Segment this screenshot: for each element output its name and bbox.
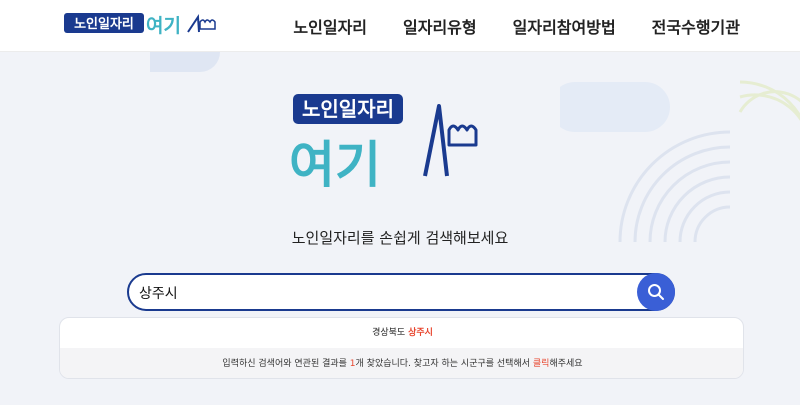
nav-item-senior-jobs[interactable]: 노인일자리 bbox=[293, 14, 367, 38]
nav-item-participation-method[interactable]: 일자리참여방법 bbox=[513, 14, 616, 38]
site-header: 노인일자리 여기 노인일자리 일자리유형 일자리참여방법 전국수행기관 bbox=[0, 0, 800, 52]
logo-text-secondary: 여기 bbox=[146, 15, 181, 37]
site-logo[interactable]: 노인일자리 여기 bbox=[62, 10, 222, 40]
hero-section: 노인일자리 여기 노인일자리를 손쉽게 검색해보세요 경상북도 상주시 입력하신… bbox=[0, 52, 800, 405]
result-province: 경상북도 bbox=[372, 328, 409, 338]
result-item[interactable]: 경상북도 상주시 bbox=[60, 318, 743, 348]
nav-item-job-types[interactable]: 일자리유형 bbox=[403, 14, 477, 38]
search-bar bbox=[127, 273, 675, 311]
result-info-text-middle: 개 찾았습니다. 찾고자 하는 시군구를 선택해서 bbox=[355, 359, 533, 369]
hero-logo-text-primary: 노인일자리 bbox=[302, 97, 394, 121]
search-input[interactable] bbox=[139, 281, 629, 305]
result-info-text-start: 입력하신 검색어와 연관된 결과를 bbox=[222, 359, 350, 369]
main-nav: 노인일자리 일자리유형 일자리참여방법 전국수행기관 bbox=[293, 14, 740, 38]
result-info-text-end: 해주세요 bbox=[549, 359, 583, 369]
result-city: 상주시 bbox=[408, 328, 433, 338]
logo-text-primary: 노인일자리 bbox=[74, 16, 134, 32]
hero-logo: 노인일자리 여기 bbox=[289, 94, 478, 190]
search-icon bbox=[648, 284, 664, 300]
nav-item-agencies[interactable]: 전국수행기관 bbox=[652, 14, 740, 38]
hero-logo-text-secondary: 여기 bbox=[289, 136, 381, 190]
search-results-panel: 경상북도 상주시 입력하신 검색어와 연관된 결과를 1개 찾았습니다. 찾고자… bbox=[59, 317, 744, 379]
result-count-message: 입력하신 검색어와 연관된 결과를 1개 찾았습니다. 찾고자 하는 시군구를 … bbox=[60, 348, 743, 378]
decorative-pill-shape bbox=[150, 52, 220, 72]
decorative-arcs bbox=[560, 80, 800, 242]
hero-tagline: 노인일자리를 손쉽게 검색해보세요 bbox=[291, 229, 509, 247]
click-word: 클릭 bbox=[532, 359, 550, 369]
search-button[interactable] bbox=[637, 273, 675, 311]
